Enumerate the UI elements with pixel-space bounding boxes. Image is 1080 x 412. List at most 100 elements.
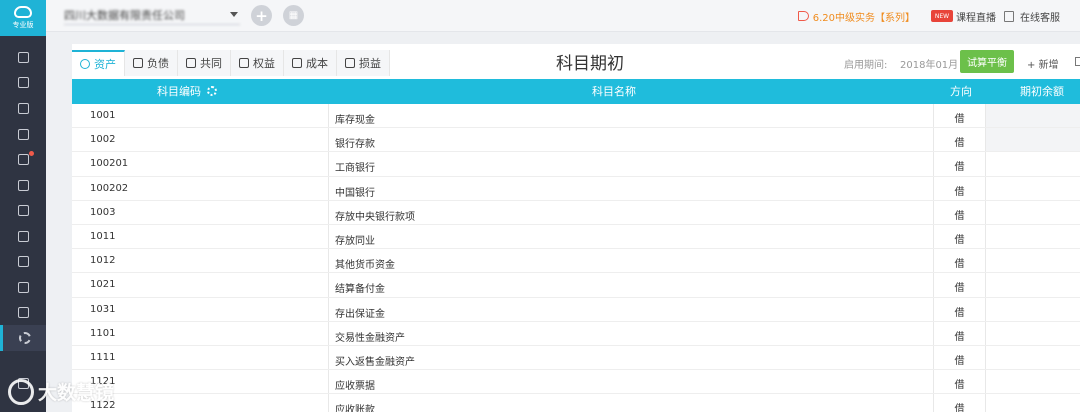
sidebar-item-wages[interactable] [0, 248, 46, 274]
chevron-down-icon[interactable] [230, 12, 238, 17]
header-code: 科目编码 [157, 79, 217, 104]
watermark-text: 大数慧镜 [38, 382, 115, 404]
opening-balance-cell[interactable] [986, 322, 1080, 345]
opening-balance-cell[interactable] [986, 370, 1080, 393]
account-code: 1011 [90, 230, 116, 242]
calendar-icon [17, 153, 29, 165]
app-logo[interactable]: 专业版 [0, 0, 46, 36]
tab-label: 成本 [306, 57, 328, 70]
apps-button[interactable]: ▦ [283, 5, 304, 26]
table-row[interactable]: 1011 存放同业借 [72, 224, 1080, 250]
sidebar-item-books[interactable] [0, 121, 46, 147]
opening-balance-cell[interactable] [986, 394, 1080, 412]
sidebar-item-tax[interactable] [0, 197, 46, 223]
table-row[interactable]: 1101 交易性金融资产借 [72, 321, 1080, 346]
account-name: 存放中央银行款项 [328, 200, 934, 224]
live-badge-icon: NEW [931, 10, 953, 22]
account-name: 中国银行 [328, 176, 934, 200]
opening-balance-cell[interactable] [986, 152, 1080, 175]
page-title: 科目期初 [556, 54, 624, 74]
tab-label: 共同 [200, 57, 222, 70]
book-open-icon [1004, 10, 1014, 22]
invoice-icon [17, 230, 29, 242]
sidebar-item-assets[interactable] [0, 274, 46, 300]
account-direction: 借 [934, 128, 986, 152]
header-balance: 期初余额 [1020, 85, 1064, 98]
company-select[interactable]: 四川大数据有限责任公司 [64, 7, 240, 25]
account-code: 100202 [90, 182, 129, 194]
table-row[interactable]: 100202 中国银行借 [72, 176, 1080, 201]
opening-balance-cell[interactable] [986, 104, 1080, 128]
account-name: 库存现金 [328, 104, 934, 128]
sidebar-item-documents[interactable] [0, 172, 46, 198]
book-icon [17, 128, 29, 140]
account-name: 应收票据 [328, 370, 934, 394]
opening-balance-cell[interactable] [986, 298, 1080, 321]
watermark: 大数慧镜 [8, 378, 114, 405]
account-direction: 借 [934, 370, 986, 394]
account-direction: 借 [934, 224, 986, 249]
promo-link[interactable]: 6.20中级实务【系列】 [813, 9, 915, 24]
tab-liability[interactable]: 负债 [125, 50, 178, 76]
sidebar-item-reports[interactable] [0, 95, 46, 121]
opening-balance-cell[interactable] [986, 225, 1080, 248]
column-settings-icon[interactable] [207, 86, 217, 96]
table-row[interactable]: 1021 结算备付金借 [72, 273, 1080, 298]
account-code: 1111 [90, 351, 116, 363]
tab-asset[interactable]: 资产 [72, 50, 125, 76]
account-direction: 借 [934, 104, 986, 128]
add-company-button[interactable]: + [251, 5, 272, 26]
opening-balance-cell[interactable] [986, 346, 1080, 369]
header-code-label: 科目编码 [157, 85, 201, 98]
sidebar-item-ledger[interactable] [0, 69, 46, 95]
chart-icon [17, 102, 29, 114]
gear-icon [18, 332, 31, 344]
table-row[interactable]: 1031 存出保证金借 [72, 297, 1080, 322]
opening-balance-cell[interactable] [986, 128, 1080, 152]
table-row[interactable]: 1121 应收票据借 [72, 370, 1080, 395]
table-row[interactable]: 1111 买入返售金融资产借 [72, 345, 1080, 371]
account-direction: 借 [934, 321, 986, 345]
export-icon[interactable] [1075, 57, 1080, 66]
sidebar: 专业版 [0, 0, 46, 412]
add-account-button[interactable]: + 新增 [1027, 56, 1059, 71]
period-label: 启用期间: [844, 60, 888, 71]
account-code: 1021 [90, 279, 116, 291]
table-row[interactable]: 1012 其他货币资金借 [72, 249, 1080, 274]
cost-icon [292, 58, 302, 68]
sidebar-item-invoice[interactable] [0, 223, 46, 249]
tab-cost[interactable]: 成本 [284, 50, 337, 76]
account-code: 1001 [90, 110, 116, 121]
cloud-logo-icon [14, 6, 32, 18]
account-direction: 借 [934, 152, 986, 176]
account-name: 交易性金融资产 [328, 321, 934, 345]
table-row[interactable]: 100201 工商银行借 [72, 152, 1080, 177]
account-name: 存放同业 [328, 224, 934, 249]
header-name: 科目名称 [592, 85, 636, 98]
live-course-link[interactable]: 课程直播 [956, 9, 996, 24]
opening-balance-cell[interactable] [986, 201, 1080, 224]
trial-balance-button[interactable]: 试算平衡 [960, 50, 1014, 73]
account-name: 结算备付金 [328, 273, 934, 297]
table-row[interactable]: 1002 银行存款借 [72, 128, 1080, 153]
main-panel: 资产 负债 共同 权益 成本 损益 科目期初 启用期间: 2018年01月 试算… [72, 44, 1080, 412]
opening-balance-cell[interactable] [986, 273, 1080, 296]
account-direction: 借 [934, 394, 986, 412]
sidebar-item-security[interactable] [0, 299, 46, 325]
tab-equity[interactable]: 权益 [231, 50, 284, 76]
sidebar-item-voucher[interactable] [0, 44, 46, 70]
asset-icon [80, 59, 90, 69]
table-row[interactable]: 1001 库存现金借 [72, 104, 1080, 129]
sidebar-item-calendar[interactable] [0, 146, 46, 172]
topbar-right: 6.20中级实务【系列】 NEW 课程直播 在线客服 [797, 0, 1080, 32]
sidebar-item-settings[interactable] [0, 325, 46, 351]
opening-balance-cell[interactable] [986, 177, 1080, 200]
speaker-icon [797, 11, 809, 21]
tab-profit-loss[interactable]: 损益 [337, 50, 390, 76]
online-service-link[interactable]: 在线客服 [1020, 9, 1060, 24]
opening-balance-cell[interactable] [986, 249, 1080, 272]
table-row[interactable]: 1003 存放中央银行款项借 [72, 200, 1080, 225]
tab-common[interactable]: 共同 [178, 50, 231, 76]
table-row[interactable]: 1122 应收账款借 [72, 394, 1080, 412]
plus-icon: + [255, 6, 268, 25]
